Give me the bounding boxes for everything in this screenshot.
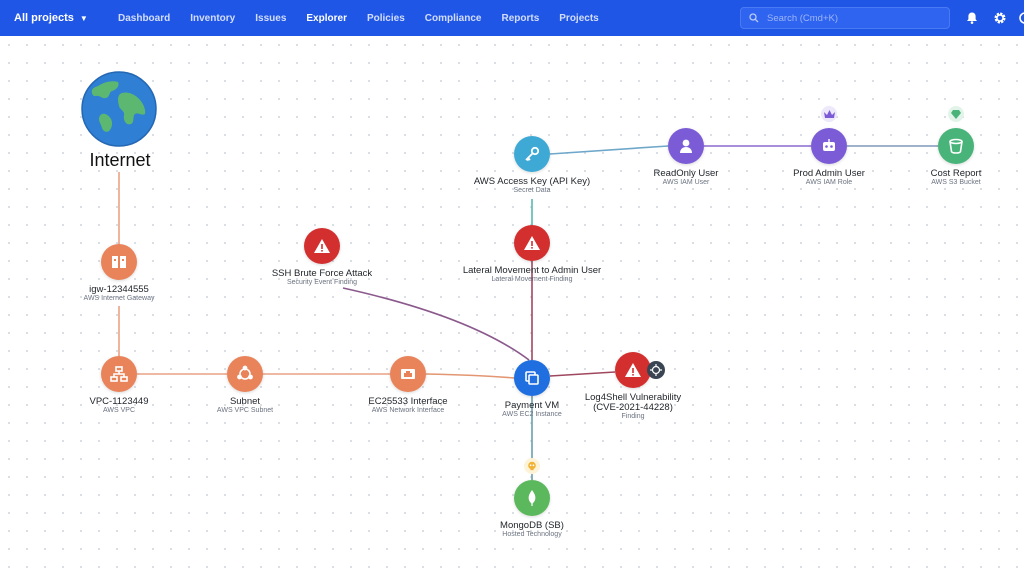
internet-label: Internet (89, 150, 151, 170)
project-selector[interactable]: All projects ▼ (14, 0, 88, 36)
node-sublabel: AWS S3 Bucket (931, 179, 981, 186)
node-sublabel: Hosted Technology (502, 531, 562, 538)
mongodb-leaf-icon[interactable] (514, 480, 550, 516)
top-navigation-bar: All projects ▼ Dashboard Inventory Issue… (0, 0, 1024, 36)
node-sublabel: AWS VPC Subnet (216, 407, 274, 414)
edge-key-readonly (549, 145, 669, 155)
search-icon (749, 13, 759, 23)
node-sublabel: Finding (621, 413, 645, 420)
nav-policies[interactable]: Policies (367, 13, 405, 24)
project-selector-label: All projects (14, 12, 74, 24)
main-nav: Dashboard Inventory Issues Explorer Poli… (118, 0, 619, 36)
user-icon[interactable] (668, 128, 704, 164)
network-interface-icon[interactable] (390, 356, 426, 392)
nav-compliance[interactable]: Compliance (425, 13, 482, 24)
search-box[interactable] (740, 7, 950, 29)
nav-issues[interactable]: Issues (255, 13, 286, 24)
nav-projects[interactable]: Projects (559, 13, 598, 24)
gateway-icon[interactable] (101, 244, 137, 280)
node-sublabel: AWS Internet Gateway (83, 295, 155, 302)
nav-explorer[interactable]: Explorer (306, 13, 347, 24)
crosshair-icon[interactable] (647, 361, 665, 379)
edge-vm-log4shell (549, 371, 616, 377)
warning-icon[interactable] (304, 228, 340, 264)
gear-icon[interactable] (993, 11, 1007, 25)
skull-icon (524, 458, 540, 474)
bell-icon[interactable] (965, 11, 979, 25)
globe-icon[interactable] (80, 70, 158, 148)
warning-icon[interactable] (615, 352, 651, 388)
nav-inventory[interactable]: Inventory (190, 13, 235, 24)
nav-reports[interactable]: Reports (501, 13, 539, 24)
gem-icon (948, 106, 964, 122)
crown-icon (821, 106, 837, 122)
chevron-down-icon: ▼ (79, 13, 88, 23)
bucket-icon[interactable] (938, 128, 974, 164)
node-sublabel: Secret Data (513, 187, 551, 194)
virtual-machine-icon[interactable] (514, 360, 550, 396)
user-avatar-icon[interactable] (1018, 11, 1024, 25)
subnet-icon[interactable] (227, 356, 263, 392)
node-sublabel: Security Event Finding (286, 279, 358, 286)
node-sublabel: Lateral Movement Finding (491, 276, 573, 283)
network-icon[interactable] (101, 356, 137, 392)
edge-ssh-vm (342, 287, 530, 361)
edge-eni-vm (425, 373, 515, 379)
search-input[interactable] (765, 11, 939, 25)
nav-dashboard[interactable]: Dashboard (118, 13, 170, 24)
key-icon[interactable] (514, 136, 550, 172)
warning-icon[interactable] (514, 225, 550, 261)
robot-role-icon[interactable] (811, 128, 847, 164)
